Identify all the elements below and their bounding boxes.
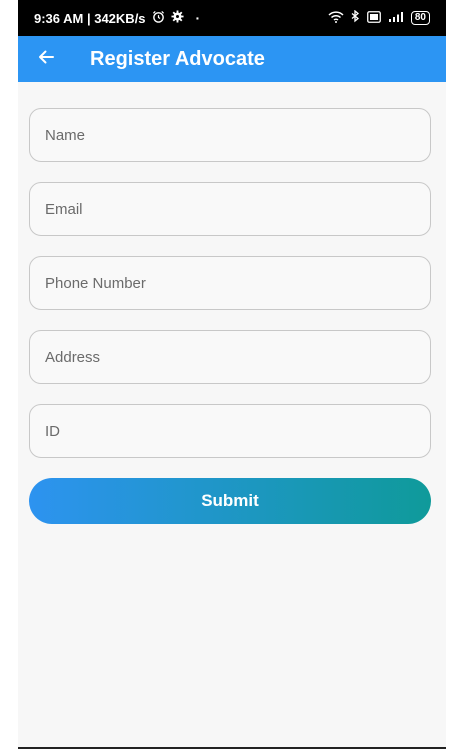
email-field[interactable] <box>29 182 431 236</box>
address-input[interactable] <box>43 347 430 367</box>
arrow-left-icon <box>36 47 56 72</box>
status-time: 9:36 AM | 342KB/s <box>34 10 146 26</box>
phone-number-field[interactable] <box>29 256 431 310</box>
name-field[interactable] <box>29 108 431 162</box>
bluetooth-icon <box>351 9 360 26</box>
id-input[interactable] <box>43 421 430 441</box>
gear-icon <box>171 10 184 26</box>
volte-icon <box>366 10 381 26</box>
wifi-icon <box>328 10 344 26</box>
name-input[interactable] <box>43 125 430 145</box>
status-bar: 9:36 AM | 342KB/s · 80 <box>18 0 446 36</box>
page-title: Register Advocate <box>90 47 265 70</box>
signal-icon <box>388 11 404 26</box>
phone-screen: 9:36 AM | 342KB/s · 80 Register Advocate… <box>18 0 446 749</box>
submit-button[interactable]: Submit <box>29 478 431 524</box>
phone-number-input[interactable] <box>43 273 430 293</box>
id-field[interactable] <box>29 404 431 458</box>
back-button[interactable] <box>28 41 64 77</box>
battery-indicator: 80 <box>410 11 430 25</box>
address-field[interactable] <box>29 330 431 384</box>
notification-dot-icon: · <box>195 10 201 26</box>
status-left: 9:36 AM | 342KB/s · <box>34 10 200 26</box>
status-right: 80 <box>328 9 430 26</box>
app-bar: Register Advocate <box>18 36 446 82</box>
alarm-icon <box>152 10 165 26</box>
register-form: Submit <box>18 82 446 524</box>
email-input[interactable] <box>43 199 430 219</box>
